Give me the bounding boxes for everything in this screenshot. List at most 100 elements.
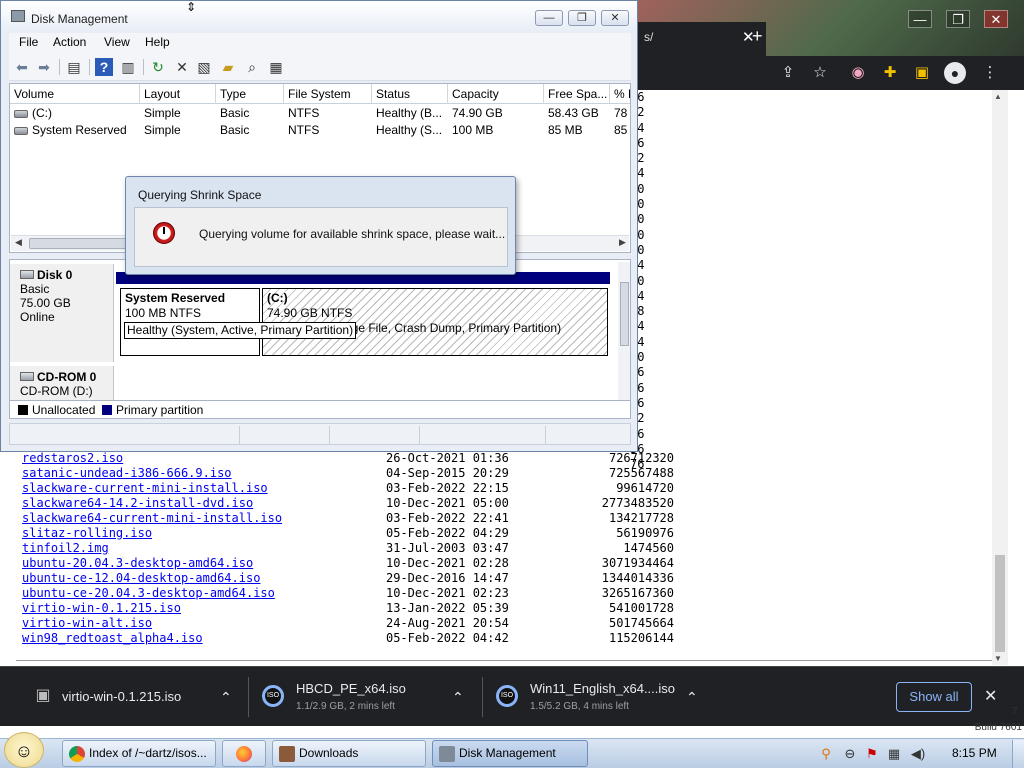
table-row[interactable]: (C:) Simple Basic NTFS Healthy (B... 74.… [10,105,630,122]
free-space-cell: 58.43 GB [548,106,599,120]
folder-icon [279,746,295,762]
taskbar-chrome-button[interactable]: Index of /~dartz/isos... [62,740,216,767]
status-cell: Healthy (S... [376,123,443,137]
refresh-icon[interactable]: ↻ [149,58,167,76]
drive-icon [14,109,28,118]
column-header-file-system[interactable]: File System [284,84,372,104]
drive-icon [14,126,28,135]
start-button[interactable]: ☺ [4,732,44,768]
volume-icon[interactable]: ◀) [910,746,926,762]
taskbar-downloads-button[interactable]: Downloads [272,740,426,767]
column-header-layout[interactable]: Layout [140,84,216,104]
chrome-minimize-button[interactable]: — [908,10,932,28]
list-item: virtio-win-alt.iso 24-Aug-2021 20:54 50174… [22,616,674,631]
partition-name: System Reserved [125,291,226,305]
scroll-down-icon[interactable]: ▼ [994,654,1002,663]
table-row[interactable]: System Reserved Simple Basic NTFS Health… [10,122,630,139]
close-button[interactable]: ✕ [601,10,629,26]
file-link[interactable]: slackware64-14.2-install-dvd.iso [22,496,253,511]
cdrom-icon [20,372,34,381]
page-scrollbar-thumb[interactable] [995,555,1005,652]
menu-view[interactable]: View [104,35,130,49]
scroll-up-icon[interactable]: ▲ [994,92,1002,101]
properties-icon[interactable]: ▧ [195,58,213,76]
disk-0-label[interactable]: Disk 0 Basic 75.00 GB Online [10,264,114,362]
percent-free-cell: 78 [614,106,628,120]
settings-icon[interactable]: ▦ [267,58,285,76]
forward-arrow-icon[interactable]: ➡ [35,58,53,76]
file-date: 03-Feb-2022 22:15 [386,481,509,495]
download-item[interactable]: ISO Win11_English_x64....iso 1.5/5.2 GB,… [486,667,716,727]
show-desktop-button[interactable] [1012,740,1024,768]
help-icon[interactable]: ? [95,58,113,76]
network-globe-icon[interactable]: ⊖ [842,746,858,762]
menu-help[interactable]: Help [145,35,170,49]
bookmark-star-icon[interactable]: ☆ [810,64,830,82]
chrome-maximize-button[interactable]: ❐ [946,10,970,28]
download-item[interactable]: ▣ virtio-win-0.1.215.iso ⌃ [0,667,248,727]
cdrom-0-label[interactable]: CD-ROM 0 CD-ROM (D:) [10,366,114,400]
querying-shrink-dialog: Querying Shrink Space Querying volume fo… [125,176,516,275]
column-header-percent-free[interactable]: % F [610,84,630,104]
volume-cell: (C:) [10,105,140,122]
file-size: 134217728 [608,511,674,525]
scroll-right-icon[interactable]: ▶ [619,237,626,248]
percent-free-cell: 85 [614,123,628,137]
search-icon[interactable]: ⚲ [818,746,834,762]
file-link[interactable]: win98_redtoast_alpha4.iso [22,631,203,646]
file-link[interactable]: virtio-win-0.1.215.iso [22,601,181,616]
file-link[interactable]: satanic-undead-i386-666.9.iso [22,466,232,481]
taskbar-button-label: Downloads [299,746,359,760]
file-link[interactable]: ubuntu-ce-20.04.3-desktop-amd64.iso [22,586,275,601]
chrome-close-button[interactable]: ✕ [984,10,1008,28]
console-tree-icon[interactable]: ▤ [65,58,83,76]
delete-icon[interactable]: ✕ [173,58,191,76]
chevron-up-icon[interactable]: ⌃ [686,689,698,706]
taskbar-clock[interactable]: 8:15 PM [952,746,997,760]
file-link[interactable]: tinfoil2.img [22,541,109,556]
free-space-cell: 85 MB [548,123,583,137]
chevron-up-icon[interactable]: ⌃ [452,689,464,706]
taskbar-disk-management-button[interactable]: Disk Management [432,740,588,767]
graphical-view-scrollbar-thumb[interactable] [620,282,629,346]
properties-list-icon[interactable]: ▥ [119,58,137,76]
list-item: tinfoil2.img 31-Jul-2003 03:47 1474560 [22,541,674,556]
action-center-flag-icon[interactable]: ⚑ [864,746,880,762]
scroll-left-icon[interactable]: ◀ [15,237,22,248]
extension-flag-icon[interactable]: ◉ [848,64,868,82]
column-header-free-space[interactable]: Free Spa... [544,84,610,104]
maximize-button[interactable]: ❐ [568,10,596,26]
status-cell: Healthy (B... [376,106,443,120]
show-all-button[interactable]: Show all [896,682,972,712]
chrome-menu-icon[interactable]: ⋮ [980,64,1000,82]
file-link[interactable]: virtio-win-alt.iso [22,616,152,631]
menu-action[interactable]: Action [53,35,86,49]
find-icon[interactable]: ⌕ [243,58,261,76]
open-folder-icon[interactable]: ▰ [219,58,237,76]
column-header-status[interactable]: Status [372,84,448,104]
side-panel-icon[interactable]: ▣ [912,64,932,82]
profile-avatar-icon[interactable]: ● [944,62,966,84]
chevron-up-icon[interactable]: ⌃ [220,689,232,706]
download-item[interactable]: ISO HBCD_PE_x64.iso 1.1/2.9 GB, 2 mins l… [252,667,480,727]
file-link[interactable]: ubuntu-20.04.3-desktop-amd64.iso [22,556,253,571]
minimize-button[interactable]: — [535,10,563,26]
file-link[interactable]: slackware-current-mini-install.iso [22,481,268,496]
column-header-capacity[interactable]: Capacity [448,84,544,104]
network-icon[interactable]: ▦ [886,746,902,762]
taskbar-firefox-button[interactable] [222,740,266,767]
file-link[interactable]: ubuntu-ce-12.04-desktop-amd64.iso [22,571,260,586]
file-link[interactable]: slitaz-rolling.iso [22,526,152,541]
close-shelf-icon[interactable]: ✕ [984,686,997,706]
start-orb-icon: ☺ [14,741,34,761]
share-icon[interactable]: ⇪ [778,64,798,82]
column-header-volume[interactable]: Volume [10,84,140,104]
file-link[interactable]: redstaros2.iso [22,451,123,466]
list-item: ubuntu-ce-12.04-desktop-amd64.iso 29-Dec-… [22,571,674,586]
menu-file[interactable]: File [19,35,38,49]
back-arrow-icon[interactable]: ⬅ [13,58,31,76]
extensions-puzzle-icon[interactable]: ✚ [880,64,900,82]
file-link[interactable]: slackware64-current-mini-install.iso [22,511,282,526]
column-header-type[interactable]: Type [216,84,284,104]
new-tab-icon[interactable]: + [752,26,763,47]
